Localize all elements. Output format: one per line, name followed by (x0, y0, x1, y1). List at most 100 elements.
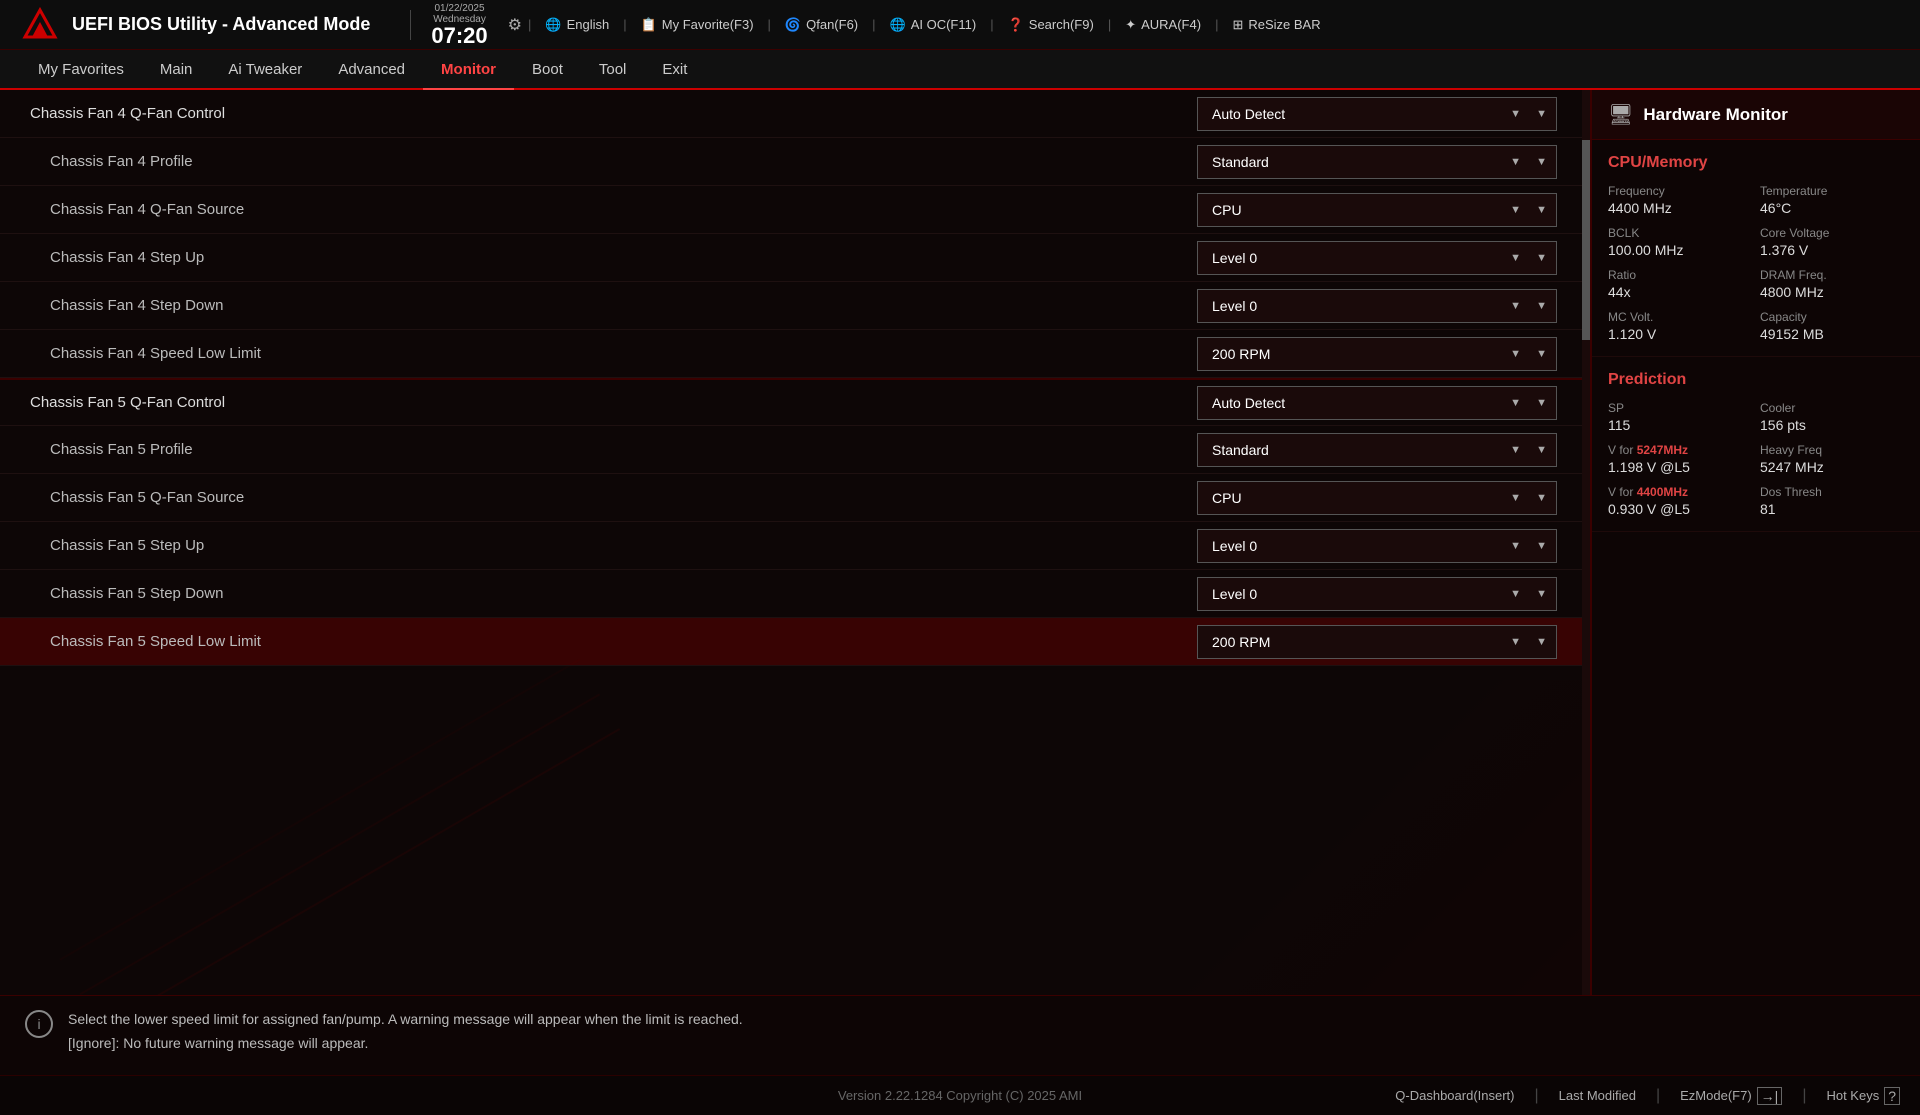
hotkeys-icon: ? (1884, 1087, 1900, 1105)
resize-icon: ⊞ (1232, 17, 1243, 33)
settings-list: Chassis Fan 4 Q-Fan ControlAuto Detect▼C… (0, 90, 1582, 666)
dropdown-arrow-chassis5-speedlimit: ▼ (1510, 636, 1521, 648)
header-time-area: 01/22/2025 Wednesday 07:20 (431, 3, 487, 47)
dropdown-wrapper-chassis4-speedlimit: 200 RPM▼ (1197, 337, 1557, 371)
settings-row-chassis5-control[interactable]: Chassis Fan 5 Q-Fan ControlAuto Detect▼ (0, 378, 1582, 426)
dropdown-chassis4-speedlimit[interactable]: 200 RPM▼ (1197, 337, 1557, 371)
row-label-chassis5-stepup: Chassis Fan 5 Step Up (30, 537, 1197, 554)
main-layout: Chassis Fan 4 Q-Fan ControlAuto Detect▼C… (0, 90, 1920, 995)
hw-grid-prediction: SP115Cooler156 ptsV for 5247MHz1.198 V @… (1608, 401, 1904, 517)
settings-row-chassis4-stepup[interactable]: Chassis Fan 4 Step UpLevel 0▼ (0, 234, 1582, 282)
dropdown-chassis5-speedlimit[interactable]: 200 RPM▼ (1197, 625, 1557, 659)
hw-item-value-ratio: 44x (1608, 284, 1752, 300)
lastmodified-btn[interactable]: Last Modified (1559, 1088, 1636, 1103)
hw-highlight-v-for-4400: 4400MHz (1637, 485, 1688, 499)
hotkeys-btn[interactable]: Hot Keys ? (1826, 1087, 1900, 1105)
nav-exit[interactable]: Exit (644, 50, 705, 90)
nav-monitor[interactable]: Monitor (423, 50, 514, 90)
dropdown-chassis4-stepup[interactable]: Level 0▼ (1197, 241, 1557, 275)
aura-label: AURA(F4) (1141, 17, 1201, 32)
settings-row-chassis4-stepdown[interactable]: Chassis Fan 4 Step DownLevel 0▼ (0, 282, 1582, 330)
row-label-chassis5-profile: Chassis Fan 5 Profile (30, 441, 1197, 458)
hw-item-cooler: Cooler156 pts (1760, 401, 1904, 433)
dropdown-wrapper-chassis4-control: Auto Detect▼ (1197, 97, 1557, 131)
settings-row-chassis4-speedlimit[interactable]: Chassis Fan 4 Speed Low Limit200 RPM▼ (0, 330, 1582, 378)
dropdown-chassis5-stepup[interactable]: Level 0▼ (1197, 529, 1557, 563)
hw-item-frequency: Frequency4400 MHz (1608, 184, 1752, 216)
search-tool[interactable]: ❓ Search(F9) (1000, 14, 1102, 36)
dropdown-chassis5-stepdown[interactable]: Level 0▼ (1197, 577, 1557, 611)
nav-main[interactable]: Main (142, 50, 211, 90)
settings-row-chassis4-control[interactable]: Chassis Fan 4 Q-Fan ControlAuto Detect▼ (0, 90, 1582, 138)
dropdown-value-chassis5-stepdown: Level 0 (1212, 586, 1257, 602)
qdashboard-btn[interactable]: Q-Dashboard(Insert) (1395, 1088, 1514, 1103)
dropdown-wrapper-chassis4-stepdown: Level 0▼ (1197, 289, 1557, 323)
dropdown-chassis4-profile[interactable]: Standard▼ (1197, 145, 1557, 179)
dropdown-chassis5-control[interactable]: Auto Detect▼ (1197, 386, 1557, 420)
hw-item-capacity: Capacity49152 MB (1760, 310, 1904, 342)
english-tool[interactable]: 🌐 English (537, 14, 617, 36)
row-label-chassis4-control: Chassis Fan 4 Q-Fan Control (30, 105, 1197, 122)
info-text: Select the lower speed limit for assigne… (68, 1008, 743, 1056)
info-icon: i (25, 1010, 53, 1038)
dropdown-chassis4-control[interactable]: Auto Detect▼ (1197, 97, 1557, 131)
dropdown-chassis5-source[interactable]: CPU▼ (1197, 481, 1557, 515)
hw-item-dos-thresh: Dos Thresh81 (1760, 485, 1904, 517)
hw-item-ratio: Ratio44x (1608, 268, 1752, 300)
hw-item-temperature: Temperature46°C (1760, 184, 1904, 216)
nav-boot[interactable]: Boot (514, 50, 581, 90)
settings-row-chassis4-source[interactable]: Chassis Fan 4 Q-Fan SourceCPU▼ (0, 186, 1582, 234)
nav-tool[interactable]: Tool (581, 50, 645, 90)
row-label-chassis5-speedlimit: Chassis Fan 5 Speed Low Limit (30, 633, 1197, 650)
resize-label: ReSize BAR (1248, 17, 1320, 32)
resize-tool[interactable]: ⊞ ReSize BAR (1224, 14, 1328, 36)
scrollbar-track[interactable] (1582, 90, 1590, 995)
header-date-line1: 01/22/2025 (434, 3, 484, 14)
header-time: 07:20 (431, 25, 487, 47)
dropdown-arrow-chassis5-control: ▼ (1510, 397, 1521, 409)
aioc-icon: 🌐 (890, 17, 906, 33)
header-divider (410, 10, 411, 40)
settings-row-chassis4-profile[interactable]: Chassis Fan 4 ProfileStandard▼ (0, 138, 1582, 186)
aioc-label: AI OC(F11) (911, 17, 977, 32)
hw-section-title-cpu-memory: CPU/Memory (1608, 154, 1904, 172)
hw-section-title-prediction: Prediction (1608, 371, 1904, 389)
hw-grid-cpu-memory: Frequency4400 MHzTemperature46°CBCLK100.… (1608, 184, 1904, 342)
hw-item-label-dos-thresh: Dos Thresh (1760, 485, 1904, 499)
settings-icon[interactable]: ⚙ (508, 15, 522, 35)
settings-row-chassis5-speedlimit[interactable]: Chassis Fan 5 Speed Low Limit200 RPM▼ (0, 618, 1582, 666)
dropdown-chassis4-source[interactable]: CPU▼ (1197, 193, 1557, 227)
dropdown-wrapper-chassis5-control: Auto Detect▼ (1197, 386, 1557, 420)
ezmode-btn[interactable]: EzMode(F7) →| (1680, 1087, 1782, 1105)
dropdown-chassis5-profile[interactable]: Standard▼ (1197, 433, 1557, 467)
settings-row-chassis5-stepdown[interactable]: Chassis Fan 5 Step DownLevel 0▼ (0, 570, 1582, 618)
search-icon: ❓ (1008, 17, 1024, 33)
nav-aitweaker[interactable]: Ai Tweaker (210, 50, 320, 90)
hw-panel-title: Hardware Monitor (1643, 105, 1788, 125)
dropdown-chassis4-stepdown[interactable]: Level 0▼ (1197, 289, 1557, 323)
dropdown-arrow-chassis5-source: ▼ (1510, 492, 1521, 504)
aioc-tool[interactable]: 🌐 AI OC(F11) (882, 14, 985, 36)
hw-item-value-core-voltage: 1.376 V (1760, 242, 1904, 258)
hw-item-v-for-4400: V for 4400MHz 0.930 V @L5 (1608, 485, 1752, 517)
hw-item-bclk: BCLK100.00 MHz (1608, 226, 1752, 258)
dropdown-value-chassis4-control: Auto Detect (1212, 106, 1285, 122)
hw-item-value-v-for-4400: 0.930 V @L5 (1608, 501, 1752, 517)
scrollbar-thumb[interactable] (1582, 140, 1590, 340)
nav-advanced[interactable]: Advanced (320, 50, 423, 90)
aura-tool[interactable]: ✦ AURA(F4) (1117, 14, 1209, 36)
dropdown-arrow-chassis4-stepdown: ▼ (1510, 300, 1521, 312)
qfan-tool[interactable]: 🌀 Qfan(F6) (777, 14, 866, 36)
settings-row-chassis5-stepup[interactable]: Chassis Fan 5 Step UpLevel 0▼ (0, 522, 1582, 570)
content-area: Chassis Fan 4 Q-Fan ControlAuto Detect▼C… (0, 90, 1582, 995)
nav-myfavorites[interactable]: My Favorites (20, 50, 142, 90)
settings-row-chassis5-profile[interactable]: Chassis Fan 5 ProfileStandard▼ (0, 426, 1582, 474)
hw-item-label-mc-volt: MC Volt. (1608, 310, 1752, 324)
row-label-chassis5-source: Chassis Fan 5 Q-Fan Source (30, 489, 1197, 506)
myfav-tool[interactable]: 📋 My Favorite(F3) (633, 14, 762, 36)
hw-item-label-v-for-4400: V for 4400MHz (1608, 485, 1752, 499)
info-line2: [Ignore]: No future warning message will… (68, 1032, 743, 1056)
row-label-chassis5-control: Chassis Fan 5 Q-Fan Control (30, 394, 1197, 411)
hw-item-value-frequency: 4400 MHz (1608, 200, 1752, 216)
settings-row-chassis5-source[interactable]: Chassis Fan 5 Q-Fan SourceCPU▼ (0, 474, 1582, 522)
